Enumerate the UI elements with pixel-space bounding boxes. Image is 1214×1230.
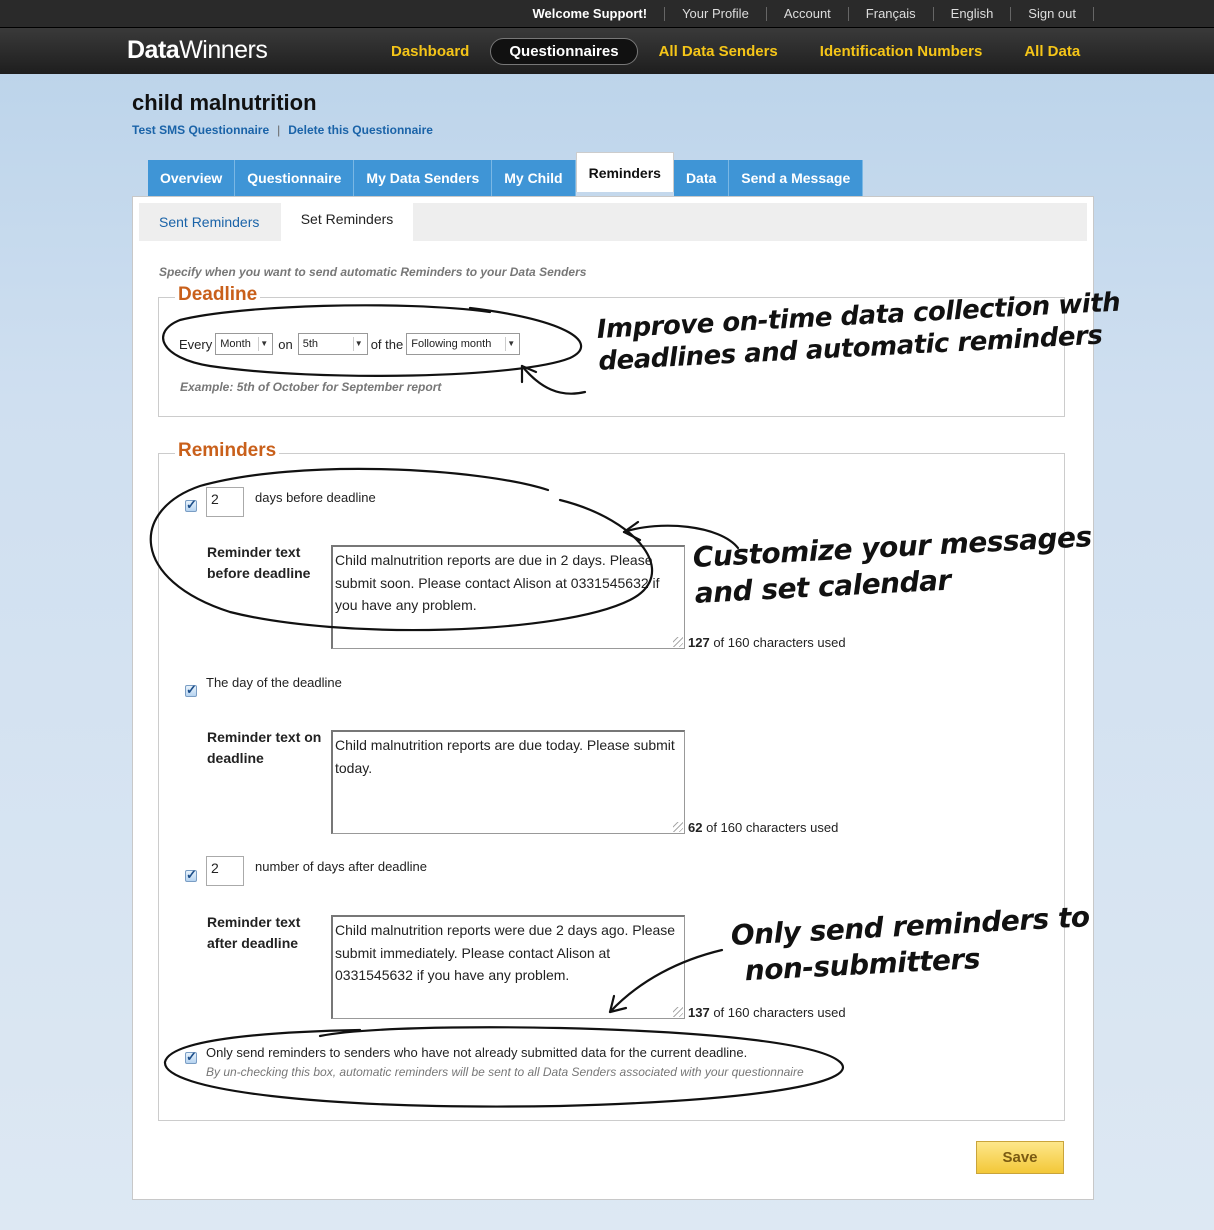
resize-grip-icon[interactable] xyxy=(673,1007,683,1017)
resize-grip-icon[interactable] xyxy=(673,637,683,647)
on-text-label: Reminder text on deadline xyxy=(207,729,322,766)
before-text-label: Reminder text before deadline xyxy=(207,544,311,581)
test-sms-link[interactable]: Test SMS Questionnaire xyxy=(132,123,269,137)
questionnaire-actions: Test SMS Questionnaire | Delete this Que… xyxy=(132,123,433,137)
days-after-input[interactable]: 2 xyxy=(206,856,244,886)
tab-reminders[interactable]: Reminders xyxy=(575,152,674,192)
subtab-set-reminders[interactable]: Set Reminders xyxy=(281,203,413,247)
deadline-legend: Deadline xyxy=(175,284,261,306)
on-label: on xyxy=(278,336,293,352)
tab-send-a-message[interactable]: Send a Message xyxy=(729,160,864,196)
tab-questionnaire[interactable]: Questionnaire xyxy=(235,160,355,196)
resize-grip-icon[interactable] xyxy=(673,822,683,832)
on-char-count: 62 of 160 characters used xyxy=(688,820,838,835)
before-char-count: 127 of 160 characters used xyxy=(688,635,846,650)
francais-link[interactable]: Français xyxy=(849,7,934,21)
tab-overview[interactable]: Overview xyxy=(148,160,236,196)
only-non-submitters-note: By un-checking this box, automatic remin… xyxy=(206,1065,804,1079)
period-select[interactable]: Following month ▼ xyxy=(406,333,521,355)
main-nav: Dashboard Questionnaires All Data Sender… xyxy=(370,28,1101,74)
welcome-text: Welcome Support! xyxy=(515,7,666,21)
delete-questionnaire-link[interactable]: Delete this Questionnaire xyxy=(288,123,433,137)
after-reminder-text: Child malnutrition reports were due 2 da… xyxy=(335,922,676,983)
before-count-value: 127 xyxy=(688,635,710,650)
main-nav-bar: DataWinners Dashboard Questionnaires All… xyxy=(0,28,1214,74)
after-count-value: 137 xyxy=(688,1005,710,1020)
before-count-suffix: of 160 characters used xyxy=(713,635,846,650)
top-utility-bar: Welcome Support! Your Profile Account Fr… xyxy=(0,0,1214,28)
datawinners-logo[interactable]: DataWinners xyxy=(127,36,268,65)
only-non-submitters-checkbox[interactable] xyxy=(185,1049,197,1065)
nav-dashboard[interactable]: Dashboard xyxy=(370,43,490,60)
before-reminder-textarea[interactable]: Child malnutrition reports are due in 2 … xyxy=(331,545,685,649)
after-count-suffix: of 160 characters used xyxy=(713,1005,846,1020)
page-title: child malnutrition xyxy=(132,90,317,115)
nav-all-data-senders[interactable]: All Data Senders xyxy=(638,43,799,60)
day-select[interactable]: 5th ▼ xyxy=(297,333,368,355)
on-reminder-textarea[interactable]: Child malnutrition reports are due today… xyxy=(331,730,685,834)
deadline-row: Every Month ▼ on 5th ▼ of the Following … xyxy=(179,333,523,355)
on-count-suffix: of 160 characters used xyxy=(706,820,839,835)
chevron-down-icon: ▼ xyxy=(352,337,364,351)
chevron-down-icon: ▼ xyxy=(258,337,269,351)
nav-identification-numbers[interactable]: Identification Numbers xyxy=(799,43,1004,60)
reminders-legend: Reminders xyxy=(175,440,280,462)
every-label: Every xyxy=(179,336,213,352)
of-the-label: of the xyxy=(370,336,404,352)
after-reminder-textarea[interactable]: Child malnutrition reports were due 2 da… xyxy=(331,915,685,1019)
after-deadline-checkbox[interactable] xyxy=(185,867,197,883)
tab-data[interactable]: Data xyxy=(673,160,730,196)
subtab-sent-reminders[interactable]: Sent Reminders xyxy=(159,203,259,241)
nav-questionnaires[interactable]: Questionnaires xyxy=(490,37,638,65)
deadline-example: Example: 5th of October for September re… xyxy=(180,380,442,394)
days-after-label: number of days after deadline xyxy=(255,859,427,874)
period-value: Following month xyxy=(411,338,492,350)
tab-my-child[interactable]: My Child xyxy=(492,160,576,196)
before-reminder-text: Child malnutrition reports are due in 2 … xyxy=(335,552,660,613)
frequency-select[interactable]: Month ▼ xyxy=(215,333,274,355)
account-link[interactable]: Account xyxy=(767,7,849,21)
on-count-value: 62 xyxy=(688,820,703,835)
after-text-label: Reminder text after deadline xyxy=(207,914,301,951)
english-link[interactable]: English xyxy=(934,7,1012,21)
day-value: 5th xyxy=(302,338,318,350)
chevron-down-icon: ▼ xyxy=(505,337,516,351)
project-tabs: Overview Questionnaire My Data Senders M… xyxy=(148,152,864,196)
logo-strong: Data xyxy=(127,36,180,64)
utility-links: Welcome Support! Your Profile Account Fr… xyxy=(515,0,1094,28)
days-before-input[interactable]: 2 xyxy=(206,487,244,517)
on-deadline-label: The day of the deadline xyxy=(206,675,342,690)
after-char-count: 137 of 160 characters used xyxy=(688,1005,846,1020)
link-separator: | xyxy=(277,123,281,137)
on-deadline-checkbox[interactable] xyxy=(185,682,197,698)
intro-text: Specify when you want to send automatic … xyxy=(159,265,587,279)
tab-my-data-senders[interactable]: My Data Senders xyxy=(354,160,493,196)
reminder-subtabs: Sent Reminders Set Reminders xyxy=(139,203,1087,247)
frequency-value: Month xyxy=(220,338,251,350)
on-reminder-text: Child malnutrition reports are due today… xyxy=(335,737,675,776)
logo-light: Winners xyxy=(179,36,268,64)
nav-all-data[interactable]: All Data xyxy=(1003,43,1101,60)
save-button[interactable]: Save xyxy=(976,1141,1064,1174)
only-non-submitters-label: Only send reminders to senders who have … xyxy=(206,1045,748,1060)
before-deadline-checkbox[interactable] xyxy=(185,497,197,513)
your-profile-link[interactable]: Your Profile xyxy=(665,7,767,21)
sign-out-link[interactable]: Sign out xyxy=(1011,7,1094,21)
days-before-label: days before deadline xyxy=(255,490,376,505)
